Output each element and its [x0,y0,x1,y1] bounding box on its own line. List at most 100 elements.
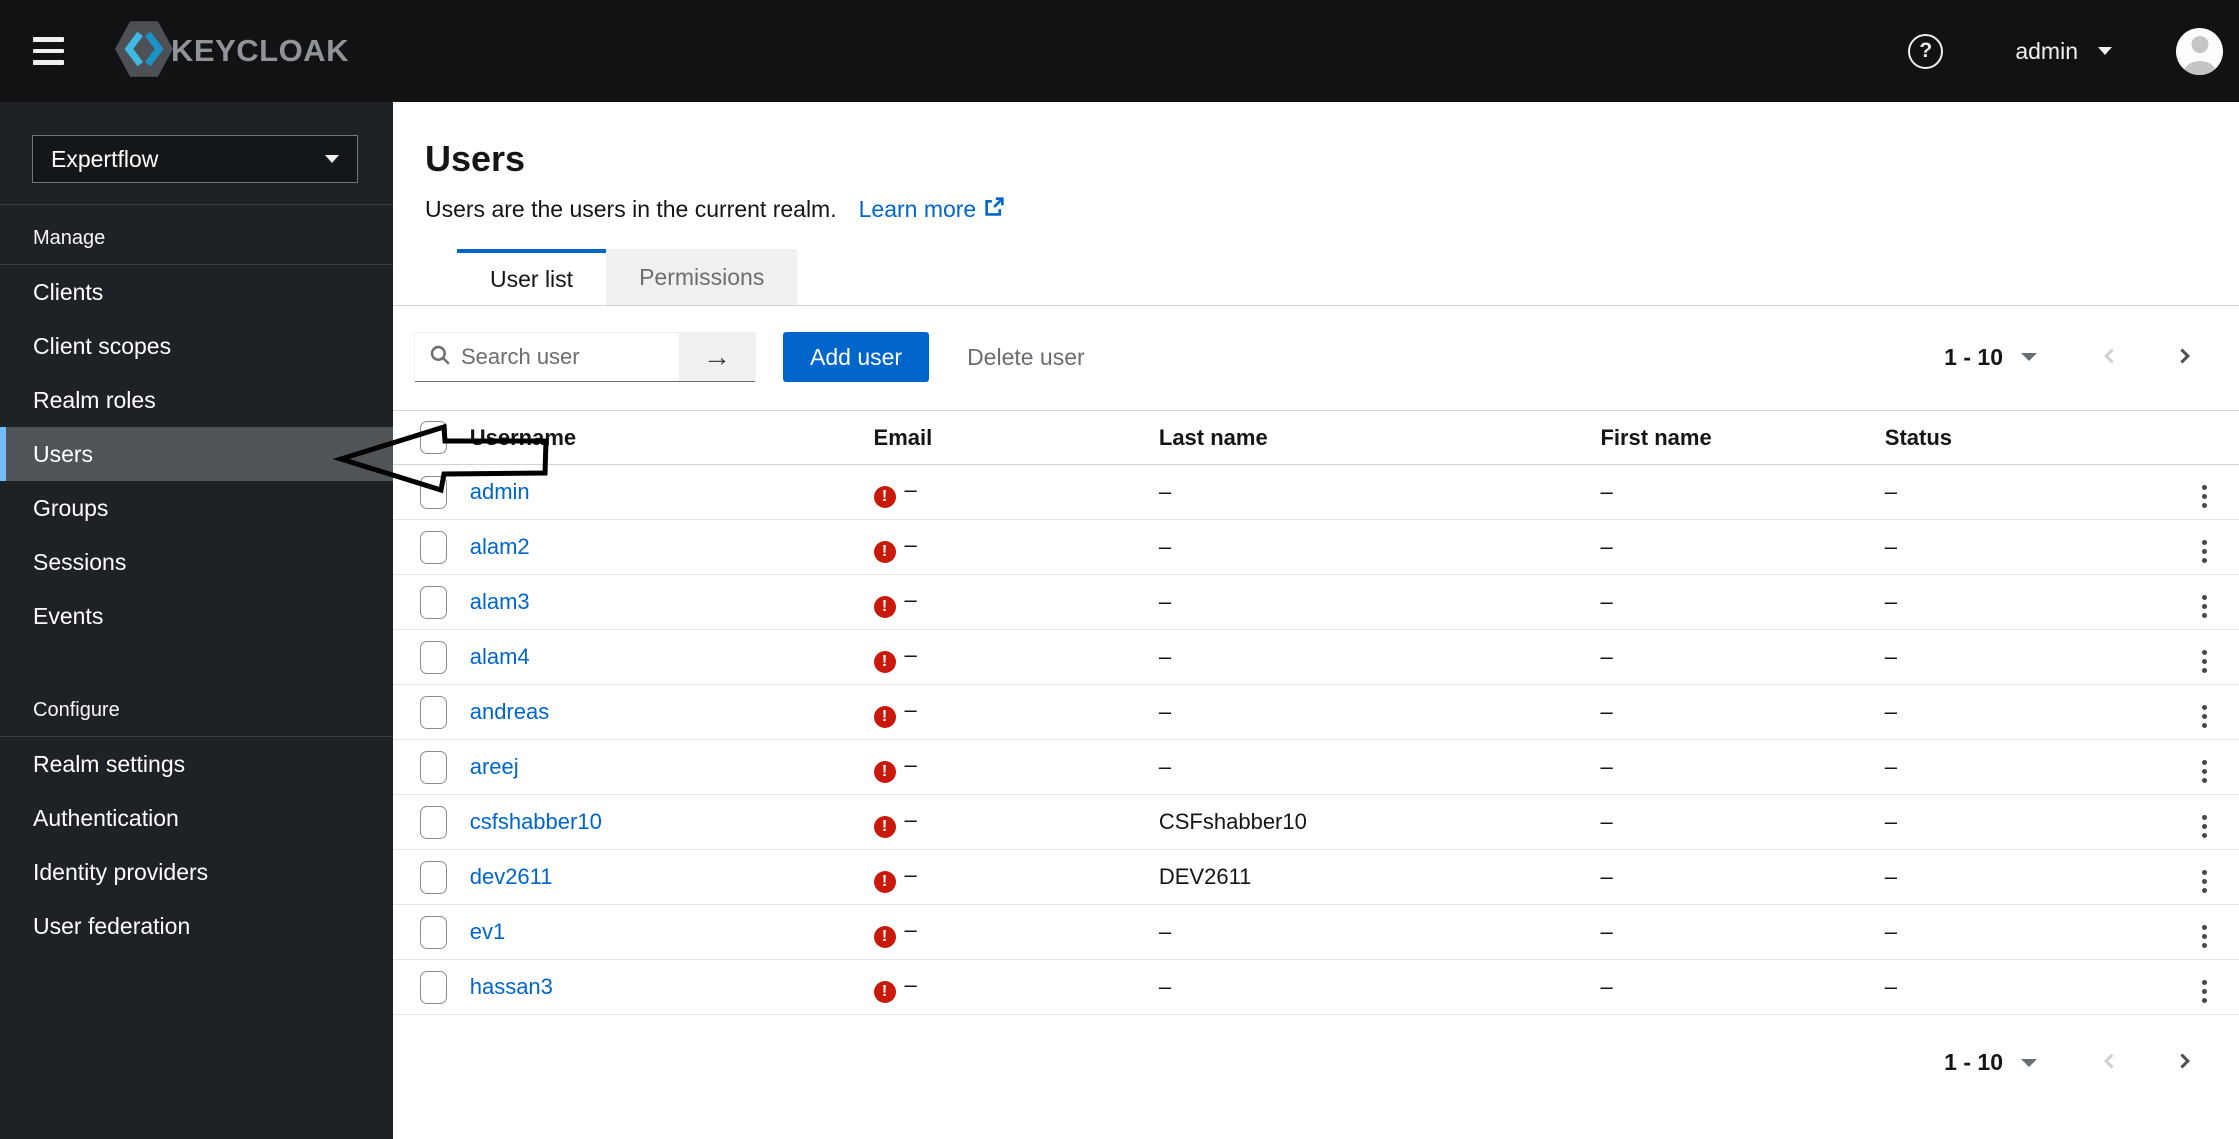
search-input[interactable] [461,344,651,370]
username-link[interactable]: alam4 [470,644,530,669]
sidebar-item-client-scopes[interactable]: Client scopes [0,319,393,373]
email-value: – [904,971,917,997]
table-row: ev1 – – – – [393,905,2239,960]
kebab-menu-button[interactable] [2192,809,2217,844]
status-value: – [1884,754,1898,779]
username-link[interactable]: alam3 [470,589,530,614]
row-checkbox[interactable] [420,585,447,619]
status-value: – [1884,479,1898,504]
first-name-value: – [1600,699,1613,724]
sidebar-item-groups[interactable]: Groups [0,481,393,535]
exclamation-circle-icon [873,485,896,508]
email-value: – [904,916,917,942]
learn-more-link[interactable]: Learn more [859,196,1006,223]
row-checkbox[interactable] [420,750,447,784]
select-all-checkbox[interactable] [420,421,447,454]
sidebar-item-clients[interactable]: Clients [0,265,393,319]
status-value: – [1884,534,1898,559]
exclamation-circle-icon [873,705,896,728]
username-link[interactable]: areej [470,754,519,779]
pagination-range: 1 - 10 [1944,343,2003,370]
keycloak-hexagon-icon [113,20,175,83]
avatar[interactable] [2176,27,2223,75]
username-link[interactable]: hassan3 [470,974,553,999]
search-submit-arrow-icon[interactable]: → [679,333,755,382]
email-value: – [904,641,917,667]
first-name-value: – [1600,864,1613,889]
sidebar-item-realm-roles[interactable]: Realm roles [0,373,393,427]
hamburger-menu-icon[interactable] [33,28,79,74]
username-link[interactable]: csfshabber10 [470,809,602,834]
username-link[interactable]: admin [470,479,530,504]
status-value: – [1884,644,1898,669]
email-value: – [904,696,917,722]
pagination-prev-button[interactable] [2095,340,2125,375]
table-row: hassan3 – – – – [393,960,2239,1015]
row-checkbox[interactable] [420,640,447,674]
row-checkbox[interactable] [420,860,447,894]
row-checkbox[interactable] [420,805,447,839]
sidebar-item-user-federation[interactable]: User federation [0,899,393,953]
row-checkbox[interactable] [420,970,447,1004]
username-link[interactable]: alam2 [470,534,530,559]
external-link-icon [984,196,1005,223]
sidebar-item-authentication[interactable]: Authentication [0,791,393,845]
first-name-value: – [1600,919,1613,944]
pagination-next-button[interactable] [2169,340,2199,375]
pagination-next-button[interactable] [2169,1045,2199,1080]
kebab-menu-button[interactable] [2192,864,2217,899]
sidebar-item-users[interactable]: Users [0,427,393,481]
table-row: csfshabber10 – CSFshabber10 – – [393,795,2239,850]
sidebar-item-identity-providers[interactable]: Identity providers [0,845,393,899]
pagination-range-toggle[interactable]: 1 - 10 [1944,344,2037,371]
last-name-value: – [1158,534,1172,559]
user-menu-dropdown[interactable]: admin [2015,38,2112,65]
pagination-range: 1 - 10 [1944,1049,2003,1075]
pagination-range-toggle[interactable]: 1 - 10 [1944,1049,2037,1076]
last-name-value: – [1158,919,1172,944]
help-icon[interactable]: ? [1908,33,1944,69]
pagination-prev-button[interactable] [2095,1045,2125,1080]
email-value: – [904,586,917,612]
last-name-value: – [1158,974,1172,999]
pagination-bottom: 1 - 10 [1944,1045,2199,1080]
realm-selector[interactable]: Expertflow [32,135,358,183]
last-name-value: – [1158,754,1172,779]
kebab-menu-button[interactable] [2192,699,2217,734]
pagination-top: 1 - 10 [1944,340,2199,375]
tab-bar: User list Permissions [393,249,2239,306]
kebab-menu-button[interactable] [2192,644,2217,679]
row-checkbox[interactable] [420,530,447,564]
column-status: Status [1884,424,1953,450]
kebab-menu-button[interactable] [2192,919,2217,954]
kebab-menu-button[interactable] [2192,754,2217,789]
last-name-value: CSFshabber10 [1158,809,1307,834]
exclamation-circle-icon [873,540,896,563]
tab-permissions[interactable]: Permissions [606,249,798,305]
exclamation-circle-icon [873,595,896,618]
username-link[interactable]: andreas [470,699,550,724]
delete-user-button[interactable]: Delete user [967,344,1085,371]
username-link[interactable]: dev2611 [470,864,553,889]
table-header-row: Username Email Last name First name Stat… [393,410,2239,465]
row-checkbox[interactable] [420,695,447,729]
first-name-value: – [1600,644,1613,669]
sidebar-item-sessions[interactable]: Sessions [0,535,393,589]
status-value: – [1884,864,1898,889]
sidebar-item-events[interactable]: Events [0,589,393,643]
sidebar-item-realm-settings[interactable]: Realm settings [0,737,393,791]
kebab-menu-button[interactable] [2192,479,2217,514]
add-user-button[interactable]: Add user [783,332,930,382]
kebab-menu-button[interactable] [2192,589,2217,624]
search-group: → [414,332,756,382]
tab-user-list[interactable]: User list [457,249,607,305]
first-name-value: – [1600,479,1613,504]
kebab-menu-button[interactable] [2192,974,2217,1009]
table-row: alam4 – – – – [393,630,2239,685]
email-value: – [904,531,917,557]
username-link[interactable]: ev1 [470,919,505,944]
row-checkbox[interactable] [420,915,447,949]
row-checkbox[interactable] [420,475,447,509]
kebab-menu-button[interactable] [2192,534,2217,569]
keycloak-logo[interactable]: KEYCLOAK [113,20,349,83]
